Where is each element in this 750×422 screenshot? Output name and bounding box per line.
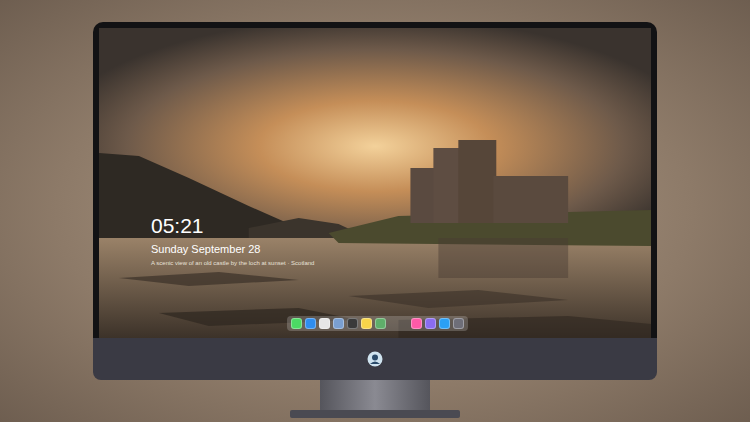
clock-block: 05:21 Sunday September 28 A scenic view of… — [151, 214, 314, 267]
dock-app-icon[interactable] — [291, 318, 302, 329]
stand-base — [290, 410, 460, 418]
date: Sunday September 28 — [151, 242, 314, 256]
dock-app-icon[interactable] — [319, 318, 330, 329]
monitor-bezel: 05:21 Sunday September 28 A scenic view of… — [93, 22, 657, 338]
dock-group — [411, 318, 464, 329]
dock — [287, 316, 468, 331]
stand-neck — [320, 380, 430, 410]
dock-app-icon[interactable] — [361, 318, 372, 329]
dock-app-icon[interactable] — [305, 318, 316, 329]
dock-app-icon[interactable] — [411, 318, 422, 329]
wallpaper-photo — [99, 28, 651, 338]
caption: A scenic view of an old castle by the lo… — [151, 259, 314, 267]
page: 05:21 Sunday September 28 A scenic view of… — [0, 0, 750, 422]
dock-app-icon[interactable] — [439, 318, 450, 329]
monitor: 05:21 Sunday September 28 A scenic view of… — [93, 22, 657, 418]
monitor-chin — [93, 338, 657, 380]
logo-icon — [367, 351, 383, 367]
clock: 05:21 — [151, 214, 314, 238]
dock-app-icon[interactable] — [425, 318, 436, 329]
lock-screen: 05:21 Sunday September 28 A scenic view of… — [99, 28, 651, 338]
dock-group — [291, 318, 386, 329]
dock-app-icon[interactable] — [375, 318, 386, 329]
dock-app-icon[interactable] — [347, 318, 358, 329]
dock-app-icon[interactable] — [333, 318, 344, 329]
stand — [93, 380, 657, 418]
dock-app-icon[interactable] — [453, 318, 464, 329]
